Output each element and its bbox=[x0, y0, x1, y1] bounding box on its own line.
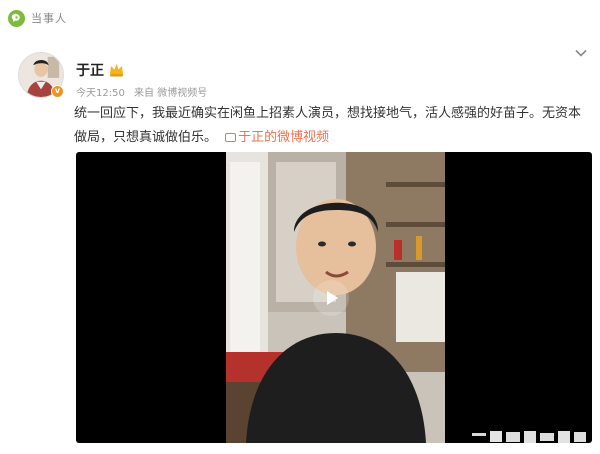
author-name[interactable]: 于正 bbox=[76, 60, 124, 80]
more-options-icon[interactable] bbox=[574, 46, 588, 60]
post-content: 统一回应下，我最近确实在闲鱼上招素人演员，想找接地气，活人感强的好苗子。无资本做… bbox=[74, 102, 588, 150]
video-player[interactable] bbox=[76, 152, 592, 443]
crown-badge-icon bbox=[109, 63, 124, 77]
author-name-text: 于正 bbox=[76, 63, 104, 79]
app-topbar: 当事人 bbox=[8, 8, 67, 28]
app-logo-icon bbox=[8, 9, 25, 27]
play-icon bbox=[327, 291, 338, 305]
post-meta: 今天12:50 来自 微博视频号 bbox=[76, 84, 213, 99]
app-name: 当事人 bbox=[31, 12, 67, 25]
verified-icon: v bbox=[51, 85, 64, 98]
post-header: v 于正 今天12:50 来自 微博视频号 bbox=[18, 49, 588, 104]
post-time: 今天12:50 bbox=[76, 88, 125, 99]
watermark-logo bbox=[470, 428, 590, 446]
video-link-label: 于正的微博视频 bbox=[238, 130, 330, 145]
video-link-icon bbox=[225, 133, 237, 142]
video-link[interactable]: 于正的微博视频 bbox=[225, 130, 329, 145]
post-source: 来自 微博视频号 bbox=[134, 88, 208, 99]
play-button[interactable] bbox=[313, 280, 349, 316]
